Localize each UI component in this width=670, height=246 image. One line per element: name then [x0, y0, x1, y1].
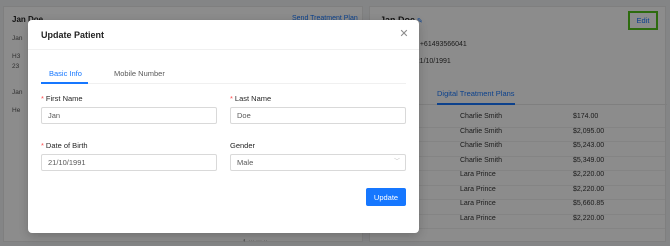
- last-name-label: * Last Name: [230, 94, 271, 103]
- date-of-birth-field[interactable]: 21/10/1991: [41, 154, 217, 171]
- tab-basic-info[interactable]: Basic Info: [49, 69, 82, 78]
- date-of-birth-label: * Date of Birth: [41, 141, 88, 150]
- update-patient-modal: Update Patient ✕ Basic Info Mobile Numbe…: [28, 20, 419, 233]
- first-name-label-text: First Name: [45, 94, 83, 103]
- last-name-field[interactable]: Doe: [230, 107, 406, 124]
- close-icon[interactable]: ✕: [397, 27, 411, 41]
- last-name-label-text: Last Name: [234, 94, 272, 103]
- modal-title: Update Patient: [41, 30, 105, 40]
- required-marker: *: [230, 94, 233, 103]
- first-name-field[interactable]: Jan: [41, 107, 217, 124]
- chevron-down-icon: ﹀: [393, 159, 400, 165]
- required-marker: *: [41, 141, 44, 150]
- tab-mobile-number[interactable]: Mobile Number: [114, 69, 165, 78]
- update-button[interactable]: Update: [366, 188, 406, 206]
- first-name-label: * First Name: [41, 94, 83, 103]
- modal-tabs: Basic Info Mobile Number: [41, 64, 406, 84]
- gender-label: Gender: [230, 141, 255, 150]
- gender-value: Male: [237, 158, 254, 167]
- date-of-birth-label-text: Date of Birth: [45, 141, 88, 150]
- gender-select[interactable]: Male ﹀: [230, 154, 406, 171]
- modal-header: Update Patient ✕: [28, 20, 419, 50]
- required-marker: *: [41, 94, 44, 103]
- active-tab-indicator: [41, 82, 88, 84]
- gender-label-text: Gender: [230, 141, 256, 150]
